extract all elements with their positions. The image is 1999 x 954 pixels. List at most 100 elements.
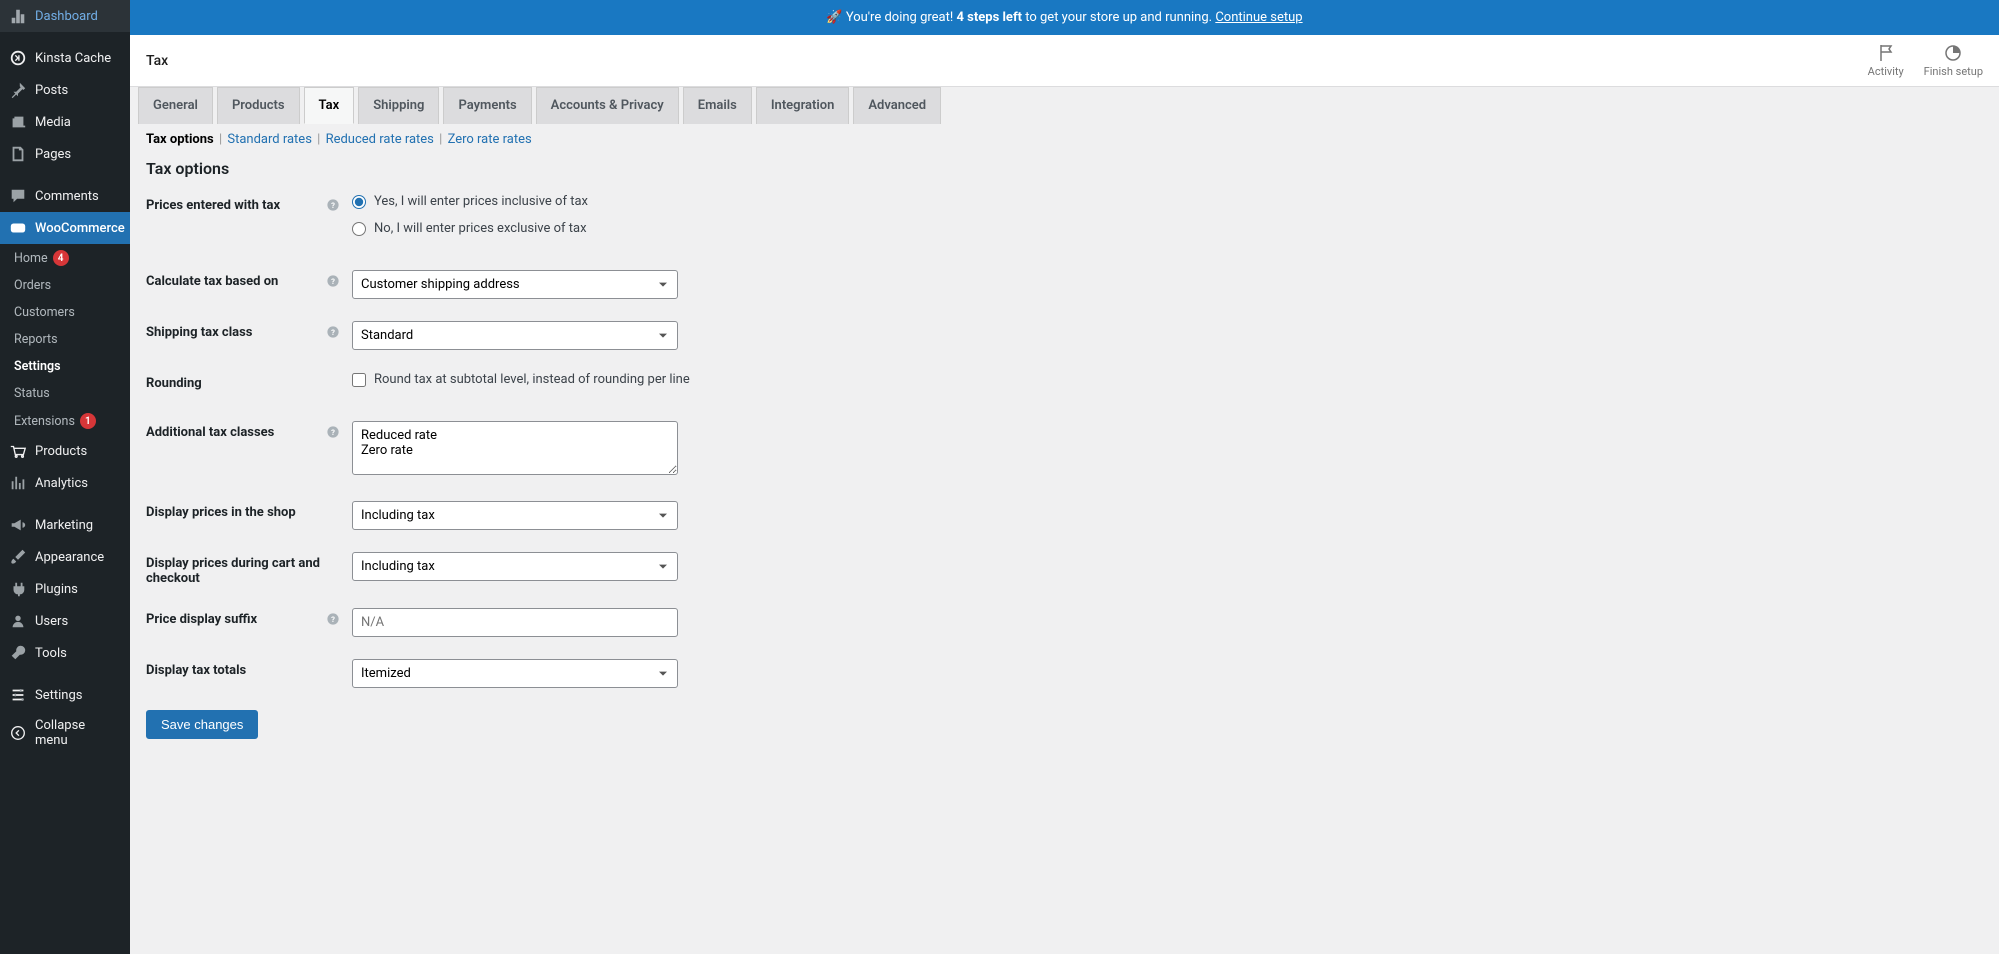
sidebar-item-marketing[interactable]: Marketing [0,509,130,541]
label-calc-tax: Calculate tax based on [146,270,326,289]
sidebar-item-users[interactable]: Users [0,605,130,637]
page-icon [9,145,27,163]
checkbox-rounding[interactable]: Round tax at subtotal level, instead of … [352,372,690,387]
label-display-cart: Display prices during cart and checkout [146,552,326,586]
pin-icon [9,81,27,99]
woo-submenu: Home4OrdersCustomersReportsSettingsStatu… [0,244,130,435]
submenu-reports[interactable]: Reports [0,326,130,353]
sidebar-item-comments[interactable]: Comments [0,180,130,212]
brush-icon [9,548,27,566]
sidebar-item-media[interactable]: Media [0,106,130,138]
sidebar-item-kinsta-cache[interactable]: Kinsta Cache [0,42,130,74]
submenu-customers[interactable]: Customers [0,299,130,326]
marketing-icon [9,516,27,534]
label-shipping-tax: Shipping tax class [146,321,326,340]
select-display-cart[interactable]: Including tax [352,552,678,581]
sidebar-item-products[interactable]: Products [0,435,130,467]
radio-exclusive[interactable]: No, I will enter prices exclusive of tax [352,221,588,236]
save-changes-button[interactable]: Save changes [146,710,258,739]
users-icon [9,612,27,630]
tax-subsections: Tax options | Standard rates | Reduced r… [130,124,1999,155]
sidebar-item-settings[interactable]: Settings [0,679,130,711]
label-suffix: Price display suffix [146,608,326,627]
kinsta-icon [9,49,27,67]
select-tax-totals[interactable]: Itemized [352,659,678,688]
banner-emoji: 🚀 [826,10,842,25]
subsection-zero-rates[interactable]: Zero rate rates [448,132,532,147]
tab-shipping[interactable]: Shipping [358,87,439,124]
tab-advanced[interactable]: Advanced [853,87,941,124]
admin-sidebar: Dashboard Kinsta CachePostsMediaPages Comm… [0,0,130,954]
tools-icon [9,644,27,662]
banner-text: You're doing great! [846,10,953,25]
tab-products[interactable]: Products [217,87,300,124]
page-header: Tax Activity Finish setup [130,35,1999,87]
collapse-icon [9,724,27,742]
main-content: 🚀 You're doing great! 4 steps left to ge… [130,0,1999,759]
sidebar-item-pages[interactable]: Pages [0,138,130,170]
label-prices-entered: Prices entered with tax [146,194,326,213]
sidebar-item-dashboard[interactable]: Dashboard [0,0,130,32]
help-icon[interactable] [326,425,340,439]
form-area: Tax options Prices entered with tax Yes,… [130,159,1999,759]
submenu-home[interactable]: Home4 [0,244,130,272]
submenu-status[interactable]: Status [0,380,130,407]
dash-icon [9,7,27,25]
help-icon[interactable] [326,325,340,339]
sidebar-item-plugins[interactable]: Plugins [0,573,130,605]
sidebar-item-woocommerce[interactable]: WooCommerce [0,212,130,244]
sidebar-item-collapse-menu[interactable]: Collapse menu [0,711,130,755]
label-rounding: Rounding [146,372,326,391]
settings-tabs: GeneralProductsTaxShippingPaymentsAccoun… [130,87,1999,124]
activity-label: Activity [1868,65,1904,78]
tab-tax[interactable]: Tax [304,87,355,124]
banner-text2: to get your store up and running. [1025,10,1212,25]
sidebar-item-posts[interactable]: Posts [0,74,130,106]
select-calc-tax[interactable]: Customer shipping address [352,270,678,299]
sidebar-item-tools[interactable]: Tools [0,637,130,669]
products-icon [9,442,27,460]
label-tax-totals: Display tax totals [146,659,326,678]
banner-steps: 4 steps left [956,10,1022,25]
submenu-extensions[interactable]: Extensions1 [0,407,130,435]
plugins-icon [9,580,27,598]
select-shipping-tax[interactable]: Standard [352,321,678,350]
section-heading: Tax options [146,159,1983,178]
progress-icon [1943,43,1963,63]
help-icon[interactable] [326,612,340,626]
help-icon[interactable] [326,198,340,212]
flag-icon [1876,43,1896,63]
page-title: Tax [146,53,168,69]
activity-button[interactable]: Activity [1868,43,1904,78]
tab-emails[interactable]: Emails [683,87,752,124]
onboarding-banner: 🚀 You're doing great! 4 steps left to ge… [130,0,1999,35]
comment-icon [9,187,27,205]
submenu-orders[interactable]: Orders [0,272,130,299]
continue-setup-link[interactable]: Continue setup [1215,10,1302,25]
textarea-additional-classes[interactable]: Reduced rate Zero rate [352,421,678,475]
badge: 1 [80,413,96,429]
settings-icon [9,686,27,704]
media-icon [9,113,27,131]
help-icon[interactable] [326,274,340,288]
tab-accounts-privacy[interactable]: Accounts & Privacy [536,87,679,124]
sidebar-item-appearance[interactable]: Appearance [0,541,130,573]
badge: 4 [53,250,69,266]
subsection-reduced-rates[interactable]: Reduced rate rates [326,132,434,147]
submenu-settings[interactable]: Settings [0,353,130,380]
subsection-standard-rates[interactable]: Standard rates [227,132,312,147]
analytics-icon [9,474,27,492]
input-suffix[interactable] [352,608,678,637]
label-additional-classes: Additional tax classes [146,421,326,440]
radio-inclusive[interactable]: Yes, I will enter prices inclusive of ta… [352,194,588,209]
label-display-shop: Display prices in the shop [146,501,326,520]
woo-icon [9,219,27,237]
tab-integration[interactable]: Integration [756,87,850,124]
subsection-current[interactable]: Tax options [146,132,214,147]
select-display-shop[interactable]: Including tax [352,501,678,530]
banner-close[interactable] [1969,8,1989,28]
close-icon [1969,8,1999,158]
tab-general[interactable]: General [138,87,213,124]
sidebar-item-analytics[interactable]: Analytics [0,467,130,499]
tab-payments[interactable]: Payments [443,87,531,124]
